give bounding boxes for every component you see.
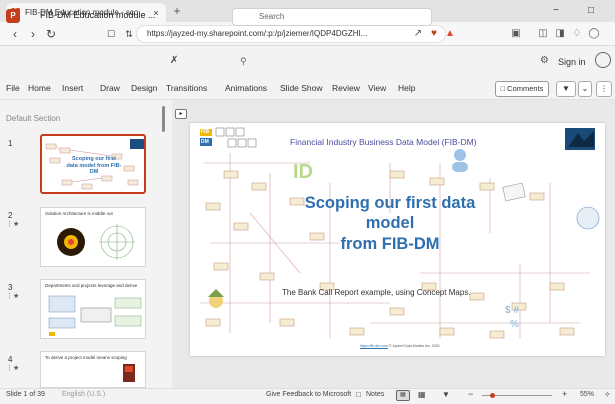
present-dropdown-button[interactable]: ⌄ bbox=[578, 81, 592, 97]
sidebar-icon[interactable]: ▣ bbox=[508, 26, 524, 42]
minimize-button[interactable]: − bbox=[545, 3, 567, 19]
menu-tab-design[interactable]: Design bbox=[131, 83, 157, 93]
symbols-text: $ # bbox=[505, 305, 519, 316]
new-tab-button[interactable]: + bbox=[170, 4, 184, 18]
search-icon: ⚲ bbox=[240, 56, 247, 66]
language-indicator[interactable]: English (U.S.) bbox=[62, 391, 105, 398]
footer-link[interactable]: https://fib-dm.com bbox=[360, 344, 388, 348]
title-line-2: model bbox=[365, 214, 415, 233]
back-icon[interactable]: ‹ bbox=[6, 25, 24, 43]
id-mark: ID bbox=[293, 161, 313, 183]
slide-sorter-icon[interactable]: ▦ bbox=[418, 390, 426, 399]
maximize-button[interactable]: □ bbox=[580, 3, 602, 19]
menu-tab-animations[interactable]: Animations bbox=[225, 83, 267, 93]
document-title[interactable]: FIB-DM Education module ... bbox=[40, 10, 156, 20]
bookmark-icon[interactable]: ☐ bbox=[102, 25, 120, 43]
menu-tab-draw[interactable]: Draw bbox=[100, 83, 120, 93]
reload-icon[interactable]: ↻ bbox=[42, 25, 60, 43]
menu-tab-review[interactable]: Review bbox=[332, 83, 360, 93]
thumbnail-graphic bbox=[123, 364, 135, 382]
present-button[interactable]: ▼ bbox=[556, 81, 576, 97]
percent-text: % bbox=[510, 319, 519, 330]
zoom-out-icon[interactable]: − bbox=[468, 389, 473, 399]
settings-icon[interactable]: ⚙ bbox=[540, 55, 549, 66]
section-label: Default Section bbox=[6, 114, 61, 123]
zoom-level[interactable]: 55% bbox=[580, 391, 594, 398]
menu-tab-home[interactable]: Home bbox=[28, 83, 51, 93]
menu-tab-view[interactable]: View bbox=[368, 83, 386, 93]
menu-tab-insert[interactable]: Insert bbox=[62, 83, 83, 93]
share-icon[interactable]: ↗ bbox=[410, 26, 426, 42]
zoom-slider-handle[interactable] bbox=[490, 393, 495, 398]
sign-in-link[interactable]: Sign in bbox=[558, 57, 586, 67]
normal-view-icon[interactable]: ▤ bbox=[396, 390, 410, 401]
brave-shield-icon[interactable]: ♥ bbox=[426, 26, 442, 42]
slide-subtitle: The Bank Call Report example, using Conc… bbox=[282, 288, 471, 297]
slide-thumbnail-2[interactable]: Solution Architecture is middle out bbox=[40, 207, 146, 267]
rewards-icon[interactable]: ▲ bbox=[442, 26, 458, 42]
slide-number: 3 bbox=[8, 283, 13, 292]
forward-icon[interactable]: › bbox=[24, 25, 42, 43]
current-slide[interactable]: FIB DM Financial Industry Business Data … bbox=[190, 123, 605, 356]
notes-button[interactable]: Notes bbox=[366, 391, 384, 398]
star-icon: ⋮★ bbox=[6, 221, 20, 228]
reading-view-icon[interactable]: ▼ bbox=[442, 390, 450, 399]
url-field[interactable]: https://jayzed-my.sharepoint.com/:p:/p/j… bbox=[136, 25, 446, 43]
slide-counter: Slide 1 of 39 bbox=[6, 391, 45, 398]
slide-header-text: Financial Industry Business Data Model (… bbox=[290, 137, 477, 147]
no-edit-icon: ✗ bbox=[170, 55, 179, 66]
slide-thumbnail-4[interactable]: To derive a project model means scoping bbox=[40, 351, 146, 388]
comments-button[interactable]: □ Comments bbox=[495, 81, 549, 97]
fit-slide-icon[interactable]: ✧ bbox=[604, 390, 611, 399]
title-line-1: Scoping our first data bbox=[304, 194, 476, 212]
slide-number: 4 bbox=[8, 355, 13, 364]
menu-tab-transitions[interactable]: Transitions bbox=[166, 83, 207, 93]
menu-tab-file[interactable]: File bbox=[6, 83, 20, 93]
slide-number: 1 bbox=[8, 139, 13, 148]
footer-copyright: © Jayzed Data Models Inc. 2025 bbox=[388, 344, 440, 348]
slide-footer: https://fib-dm.com © Jayzed Data Models … bbox=[360, 344, 439, 348]
fib-label: FIB bbox=[201, 129, 210, 135]
zoom-in-icon[interactable]: + bbox=[562, 389, 567, 399]
slide-thumbnail-3[interactable]: Departments and projects leverage and de… bbox=[40, 279, 146, 339]
menu-tab-help[interactable]: Help bbox=[398, 83, 415, 93]
dm-label: DM bbox=[201, 139, 209, 145]
comment-icon: □ bbox=[500, 84, 506, 93]
avatar[interactable] bbox=[595, 52, 611, 68]
more-options-button[interactable]: ⋮ bbox=[596, 81, 612, 97]
thumbnail-graphic bbox=[48, 295, 142, 336]
slide-number: 2 bbox=[8, 211, 13, 220]
notes-icon: □ bbox=[356, 390, 361, 399]
extensions-icon[interactable]: ♢ bbox=[569, 26, 585, 42]
panel-toggle-icon[interactable]: ▸ bbox=[175, 109, 187, 119]
star-icon: ⋮★ bbox=[6, 293, 20, 300]
powerpoint-logo-icon[interactable]: P bbox=[6, 9, 20, 23]
tab-search-icon[interactable]: ◨ bbox=[552, 26, 568, 42]
feedback-link[interactable]: Give Feedback to Microsoft bbox=[266, 391, 351, 398]
search-input[interactable]: Search bbox=[232, 8, 432, 26]
slide-title: Scoping our first data model from FIB-DM bbox=[250, 193, 530, 254]
menu-tab-slide-show[interactable]: Slide Show bbox=[280, 83, 323, 93]
title-line-3: from FIB-DM bbox=[340, 234, 440, 253]
office-header bbox=[0, 46, 615, 78]
panel-scrollbar[interactable] bbox=[162, 106, 165, 132]
star-icon: ⋮★ bbox=[6, 365, 20, 372]
split-view-icon[interactable]: ◫ bbox=[535, 26, 551, 42]
thumbnail-graphic bbox=[57, 224, 135, 260]
vpn-shield-icon[interactable]: ◯ bbox=[586, 26, 602, 42]
thumbnail-title: Scoping our first data model from FIB-DM bbox=[66, 156, 122, 176]
comments-label: Comments bbox=[507, 84, 544, 93]
slide-thumbnail-1[interactable]: Scoping our first data model from FIB-DM bbox=[40, 134, 146, 194]
